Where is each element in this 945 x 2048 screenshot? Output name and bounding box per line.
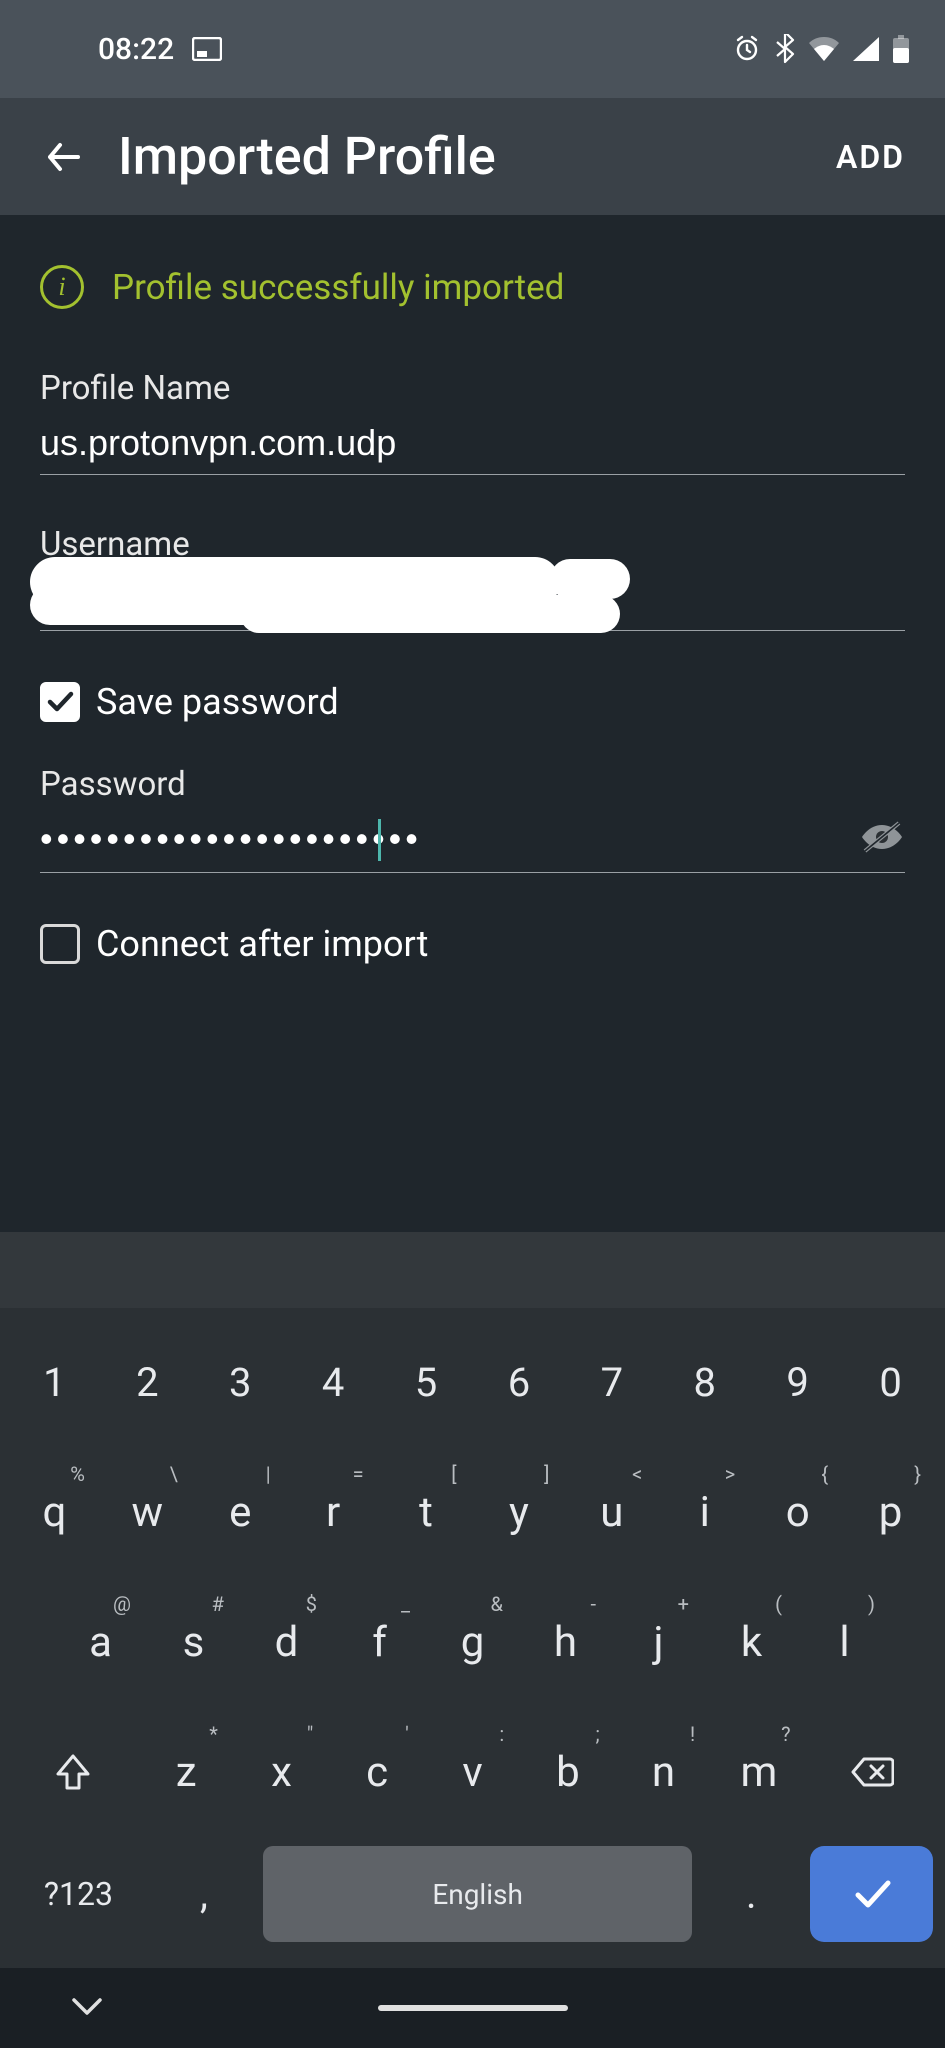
success-banner: i Profile successfully imported bbox=[40, 265, 905, 309]
bluetooth-icon bbox=[775, 34, 795, 64]
redaction-mark bbox=[240, 595, 620, 633]
status-bar: 08:22 bbox=[0, 0, 945, 98]
key-f[interactable]: _f bbox=[337, 1586, 422, 1698]
key-1[interactable]: 1 bbox=[12, 1326, 97, 1438]
toggle-password-visibility[interactable] bbox=[859, 819, 905, 859]
key-t[interactable]: [t bbox=[384, 1456, 469, 1568]
profile-name-field: Profile Name bbox=[40, 369, 905, 475]
key-3[interactable]: 3 bbox=[198, 1326, 283, 1438]
key-o[interactable]: {o bbox=[755, 1456, 840, 1568]
key-y[interactable]: ]y bbox=[477, 1456, 562, 1568]
key-k[interactable]: (k bbox=[709, 1586, 794, 1698]
key-e[interactable]: |e bbox=[198, 1456, 283, 1568]
profile-name-input[interactable] bbox=[40, 416, 905, 475]
status-time: 08:22 bbox=[98, 32, 174, 67]
profile-name-label: Profile Name bbox=[40, 369, 905, 408]
battery-icon bbox=[893, 35, 909, 63]
key-h[interactable]: -h bbox=[523, 1586, 608, 1698]
soft-keyboard: 1 2 3 4 5 6 7 8 9 0 %q \w |e =r [t ]y <u… bbox=[0, 1308, 945, 1968]
key-s[interactable]: #s bbox=[151, 1586, 236, 1698]
key-9[interactable]: 9 bbox=[755, 1326, 840, 1438]
key-x[interactable]: "x bbox=[238, 1716, 325, 1828]
keyboard-row-numbers: 1 2 3 4 5 6 7 8 9 0 bbox=[8, 1326, 937, 1438]
collapse-keyboard-button[interactable] bbox=[70, 1995, 104, 2021]
keyboard-row-2: @a #s $d _f &g -h +j (k )l bbox=[8, 1586, 937, 1698]
key-u[interactable]: <u bbox=[569, 1456, 654, 1568]
key-v[interactable]: :v bbox=[429, 1716, 516, 1828]
add-button[interactable]: ADD bbox=[836, 138, 905, 176]
page-title: Imported Profile bbox=[118, 126, 836, 187]
keyboard-row-1: %q \w |e =r [t ]y <u >i {o }p bbox=[8, 1456, 937, 1568]
key-n[interactable]: !n bbox=[620, 1716, 707, 1828]
key-shift[interactable] bbox=[12, 1716, 134, 1828]
connect-after-label: Connect after import bbox=[96, 923, 428, 965]
keyboard-suggestion-strip[interactable] bbox=[0, 1232, 945, 1308]
text-cursor bbox=[378, 819, 381, 861]
eye-off-icon bbox=[859, 819, 905, 855]
status-left: 08:22 bbox=[98, 32, 222, 67]
content-area: i Profile successfully imported Profile … bbox=[0, 215, 945, 1005]
alarm-icon bbox=[733, 35, 761, 63]
checkmark-icon bbox=[45, 687, 75, 717]
shift-icon bbox=[54, 1752, 92, 1792]
key-comma[interactable]: , bbox=[153, 1846, 255, 1942]
connect-after-checkbox[interactable] bbox=[40, 924, 80, 964]
key-backspace[interactable] bbox=[811, 1716, 933, 1828]
key-z[interactable]: *z bbox=[142, 1716, 229, 1828]
save-password-label: Save password bbox=[96, 681, 339, 723]
arrow-left-icon bbox=[42, 135, 86, 179]
cast-icon bbox=[192, 37, 222, 61]
gesture-handle[interactable] bbox=[378, 2005, 568, 2011]
password-label: Password bbox=[40, 765, 905, 804]
key-l[interactable]: )l bbox=[802, 1586, 887, 1698]
password-input[interactable] bbox=[40, 812, 905, 873]
redaction-mark bbox=[550, 559, 630, 599]
key-5[interactable]: 5 bbox=[384, 1326, 469, 1438]
back-button[interactable] bbox=[34, 127, 94, 187]
key-4[interactable]: 4 bbox=[291, 1326, 376, 1438]
success-message: Profile successfully imported bbox=[112, 267, 564, 308]
status-right bbox=[733, 34, 909, 64]
username-field: Username bbox=[40, 525, 905, 631]
save-password-row[interactable]: Save password bbox=[40, 681, 905, 723]
info-icon: i bbox=[40, 265, 84, 309]
key-p[interactable]: }p bbox=[848, 1456, 933, 1568]
wifi-icon bbox=[809, 37, 839, 61]
key-b[interactable]: ;b bbox=[524, 1716, 611, 1828]
key-6[interactable]: 6 bbox=[477, 1326, 562, 1438]
key-a[interactable]: @a bbox=[58, 1586, 143, 1698]
keyboard-row-3: *z "x 'c :v ;b !n ?m bbox=[8, 1716, 937, 1828]
key-j[interactable]: +j bbox=[616, 1586, 701, 1698]
key-i[interactable]: >i bbox=[662, 1456, 747, 1568]
key-q[interactable]: %q bbox=[12, 1456, 97, 1568]
key-w[interactable]: \w bbox=[105, 1456, 190, 1568]
key-0[interactable]: 0 bbox=[848, 1326, 933, 1438]
backspace-icon bbox=[850, 1755, 894, 1789]
save-password-checkbox[interactable] bbox=[40, 682, 80, 722]
key-g[interactable]: &g bbox=[430, 1586, 515, 1698]
key-symbols[interactable]: ?123 bbox=[12, 1846, 145, 1942]
key-r[interactable]: =r bbox=[291, 1456, 376, 1568]
key-8[interactable]: 8 bbox=[662, 1326, 747, 1438]
key-period[interactable]: . bbox=[700, 1846, 802, 1942]
checkmark-icon bbox=[850, 1877, 894, 1911]
key-d[interactable]: $d bbox=[244, 1586, 329, 1698]
key-7[interactable]: 7 bbox=[569, 1326, 654, 1438]
app-bar: Imported Profile ADD bbox=[0, 98, 945, 215]
key-space[interactable]: English bbox=[263, 1846, 692, 1942]
key-2[interactable]: 2 bbox=[105, 1326, 190, 1438]
key-enter[interactable] bbox=[810, 1846, 933, 1942]
signal-icon bbox=[853, 37, 879, 61]
connect-after-row[interactable]: Connect after import bbox=[40, 923, 905, 965]
key-m[interactable]: ?m bbox=[715, 1716, 802, 1828]
navigation-bar bbox=[0, 1968, 945, 2048]
keyboard-row-bottom: ?123 , English . bbox=[8, 1846, 937, 1942]
key-c[interactable]: 'c bbox=[333, 1716, 420, 1828]
password-field: Password bbox=[40, 765, 905, 873]
chevron-down-icon bbox=[70, 1995, 104, 2017]
spacer bbox=[0, 1005, 945, 1232]
